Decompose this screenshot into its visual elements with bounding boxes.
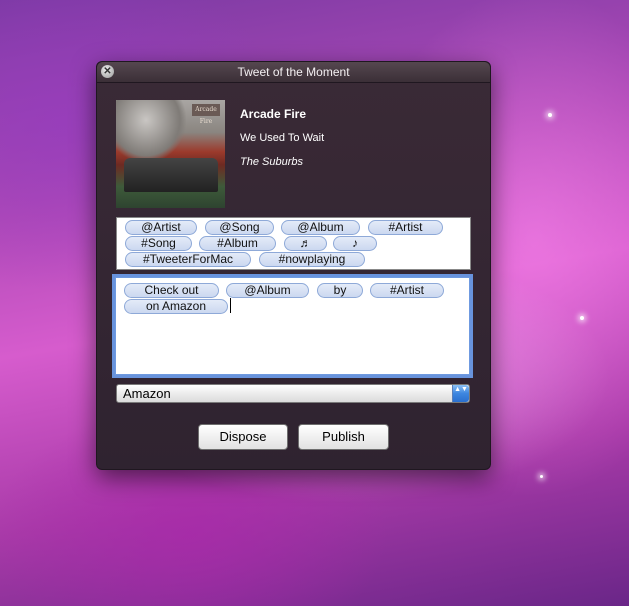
title-bar[interactable]: ✕ Tweet of the Moment bbox=[97, 62, 490, 83]
dispose-button[interactable]: Dispose bbox=[198, 424, 288, 450]
album-art-car bbox=[124, 158, 218, 192]
album-title: The Suburbs bbox=[240, 156, 303, 168]
compose-token-by[interactable]: by bbox=[317, 283, 363, 298]
tweet-window: ✕ Tweet of the Moment Arcade Fire Arcade… bbox=[96, 61, 491, 470]
text-cursor bbox=[230, 298, 231, 313]
token-eighth-note[interactable]: ♪ bbox=[333, 236, 377, 251]
artist-name: Arcade Fire bbox=[240, 107, 307, 121]
publish-button[interactable]: Publish bbox=[298, 424, 389, 450]
compose-token-artist[interactable]: #Artist bbox=[370, 283, 444, 298]
window-title: Tweet of the Moment bbox=[237, 65, 350, 79]
compose-token-on-amazon[interactable]: on Amazon bbox=[124, 299, 228, 314]
token-song-handle[interactable]: @Song bbox=[205, 220, 274, 235]
compose-token-album[interactable]: @Album bbox=[226, 283, 309, 298]
token-palette: @Artist @Song @Album #Artist #Song #Albu… bbox=[116, 217, 471, 270]
song-title: We Used To Wait bbox=[240, 132, 325, 144]
star-decoration bbox=[548, 113, 552, 117]
tweet-compose-field[interactable]: Check out @Album by #Artist on Amazon bbox=[115, 277, 470, 375]
token-artist-handle[interactable]: @Artist bbox=[125, 220, 197, 235]
token-song-tag[interactable]: #Song bbox=[125, 236, 192, 251]
star-decoration bbox=[580, 316, 584, 320]
token-artist-tag[interactable]: #Artist bbox=[368, 220, 443, 235]
token-album-tag[interactable]: #Album bbox=[199, 236, 276, 251]
token-beamed-notes[interactable]: ♬ bbox=[284, 236, 327, 251]
star-decoration bbox=[540, 475, 543, 478]
updown-arrows-icon: ▲▼ bbox=[452, 385, 469, 402]
album-art: Arcade Fire bbox=[116, 100, 225, 208]
compose-token-check-out[interactable]: Check out bbox=[124, 283, 219, 298]
store-popup-label: Amazon bbox=[123, 386, 171, 401]
token-tweeter-tag[interactable]: #TweeterForMac bbox=[125, 252, 251, 267]
token-nowplaying-tag[interactable]: #nowplaying bbox=[259, 252, 365, 267]
store-popup-button[interactable]: Amazon ▲▼ bbox=[116, 384, 470, 403]
album-art-sign: Arcade Fire bbox=[192, 104, 220, 125]
album-art-tree bbox=[116, 100, 186, 162]
token-album-handle[interactable]: @Album bbox=[281, 220, 360, 235]
